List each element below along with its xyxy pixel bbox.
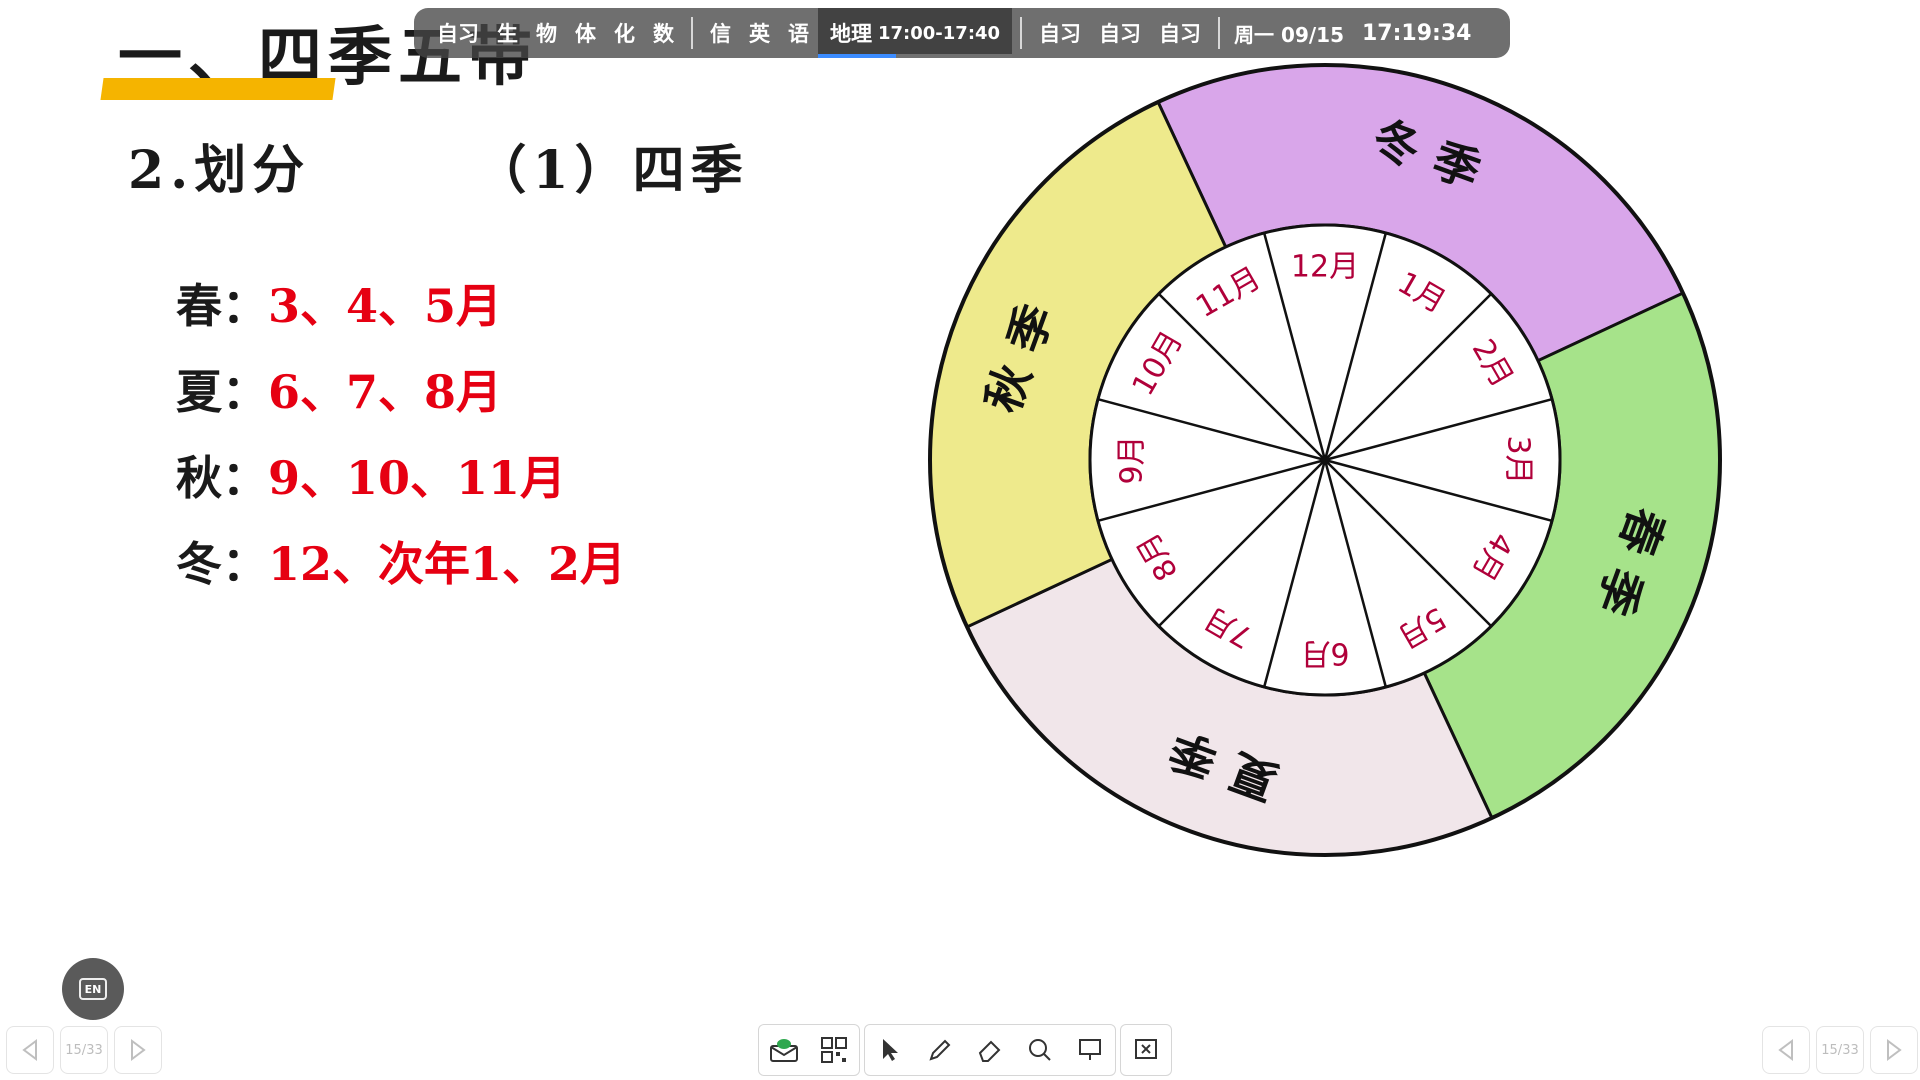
subtitle-left: 2.划分	[128, 140, 311, 201]
language-switch-button[interactable]: EN	[62, 958, 124, 1020]
envelope-button[interactable]	[759, 1025, 809, 1075]
chevron-left-icon	[1778, 1039, 1793, 1061]
chevron-right-icon	[131, 1039, 146, 1061]
screen-icon	[1079, 1039, 1101, 1060]
chevron-right-icon	[1887, 1039, 1902, 1061]
pen-icon	[929, 1039, 951, 1061]
schedule-item[interactable]: 自习	[437, 18, 479, 48]
month-label: 3月	[1501, 435, 1536, 484]
schedule-item[interactable]: 英	[749, 18, 770, 48]
schedule-item[interactable]: 语	[788, 18, 809, 48]
season-row-autumn: 秋：9、10、11月	[176, 442, 626, 528]
search-button[interactable]	[1015, 1025, 1065, 1075]
season-months: 9、10、11月	[268, 451, 567, 505]
close-screen-button[interactable]	[1121, 1025, 1171, 1075]
slide-subtitle: 2.划分 （1）四季	[128, 128, 749, 203]
qr-code-icon	[821, 1037, 847, 1063]
season-name: 春：	[176, 279, 268, 333]
season-months: 12、次年1、2月	[268, 537, 627, 591]
schedule-item[interactable]: 物	[536, 18, 557, 48]
page-number: 15/33	[65, 1042, 103, 1058]
search-icon	[1029, 1039, 1051, 1061]
page-indicator[interactable]: 15/33	[1816, 1026, 1864, 1074]
season-months: 6、7、8月	[268, 365, 503, 419]
screen-button[interactable]	[1065, 1025, 1115, 1075]
page-nav-right: 15/33	[1762, 1026, 1918, 1074]
schedule-divider	[691, 17, 693, 49]
title-underline	[100, 78, 336, 100]
schedule-item[interactable]: 体	[575, 18, 596, 48]
season-wheel: 12月 1月2月3月4月5月6月7月8月9月10月11月冬季春季夏季秋季	[928, 63, 1722, 857]
bottom-toolbar	[758, 1024, 1172, 1076]
eraser-icon	[978, 1040, 1001, 1062]
current-subject: 地理	[830, 22, 872, 46]
toolbar-group-exit	[1120, 1024, 1172, 1076]
center-point	[1320, 455, 1330, 465]
next-page-button[interactable]	[1870, 1026, 1918, 1074]
prev-page-button[interactable]	[1762, 1026, 1810, 1074]
qr-code-button[interactable]	[809, 1025, 859, 1075]
en-icon: EN	[79, 978, 107, 1000]
close-screen-icon	[1135, 1039, 1157, 1059]
month-label: 9月	[1115, 435, 1150, 484]
schedule-item[interactable]: 生	[497, 18, 518, 48]
month-label: 12月	[1291, 250, 1359, 285]
pointer-icon	[883, 1039, 898, 1061]
page-indicator[interactable]: 15/33	[60, 1026, 108, 1074]
season-list: 春：3、4、5月 夏：6、7、8月 秋：9、10、11月 冬：12、次年1、2月	[176, 270, 626, 614]
schedule-item[interactable]: 数	[653, 18, 674, 48]
eraser-button[interactable]	[965, 1025, 1015, 1075]
pointer-button[interactable]	[865, 1025, 915, 1075]
next-page-button[interactable]	[114, 1026, 162, 1074]
season-row-spring: 春：3、4、5月	[176, 270, 626, 356]
season-months: 3、4、5月	[268, 279, 503, 333]
chevron-left-icon	[22, 1039, 37, 1061]
class-progress-fill	[818, 54, 896, 58]
season-name: 夏：	[176, 365, 268, 419]
toolbar-group-apps	[758, 1024, 860, 1076]
season-name: 秋：	[176, 451, 268, 505]
season-row-winter: 冬：12、次年1、2月	[176, 528, 626, 614]
season-row-summer: 夏：6、7、8月	[176, 356, 626, 442]
page-number: 15/33	[1821, 1042, 1859, 1058]
schedule-group-a: 自习 生 物 体 化 数	[428, 8, 683, 58]
schedule-group-b: 信 英 语	[701, 8, 818, 58]
season-name: 冬：	[176, 537, 268, 591]
envelope-icon	[770, 1039, 798, 1062]
pen-button[interactable]	[915, 1025, 965, 1075]
schedule-item[interactable]: 信	[710, 18, 731, 48]
prev-page-button[interactable]	[6, 1026, 54, 1074]
schedule-item[interactable]: 化	[614, 18, 635, 48]
four-seasons-diagram: 12月 1月 2月 3月 4月 5月 6月 7月 8月 9月 10月 11月 冬季 春季 夏季 秋季	[920, 40, 1760, 920]
toolbar-group-draw	[864, 1024, 1116, 1076]
subtitle-right: （1）四季	[474, 140, 749, 201]
page-nav-left: 15/33	[6, 1026, 162, 1074]
month-label: 6月	[1300, 636, 1349, 671]
